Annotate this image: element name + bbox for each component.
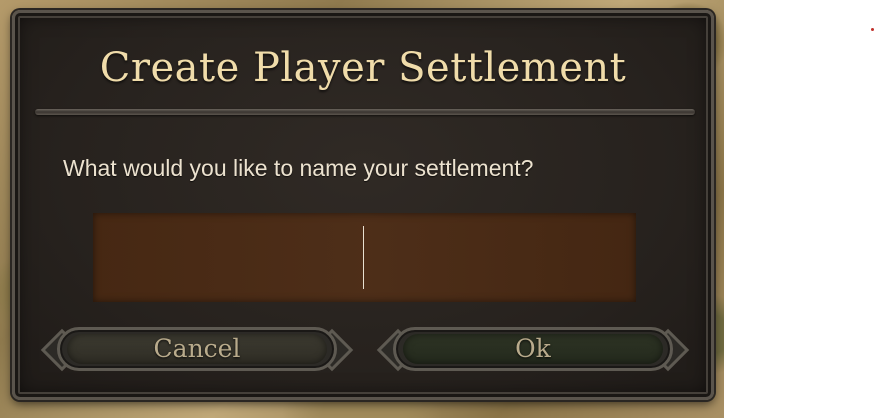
cancel-button-label: Cancel xyxy=(153,334,241,363)
red-marker-dot xyxy=(871,28,874,31)
create-settlement-dialog: Create Player Settlement What would you … xyxy=(12,10,714,400)
title-divider xyxy=(35,109,695,115)
settlement-name-input[interactable] xyxy=(93,213,636,302)
dialog-prompt: What would you like to name your settlem… xyxy=(63,155,534,181)
ok-button-label: Ok xyxy=(515,334,551,363)
cancel-button[interactable]: Cancel xyxy=(40,323,354,375)
ok-button[interactable]: Ok xyxy=(376,323,690,375)
game-screen: Create Player Settlement What would you … xyxy=(0,0,876,418)
dialog-title: Create Player Settlement xyxy=(99,45,627,91)
text-caret xyxy=(363,226,364,289)
